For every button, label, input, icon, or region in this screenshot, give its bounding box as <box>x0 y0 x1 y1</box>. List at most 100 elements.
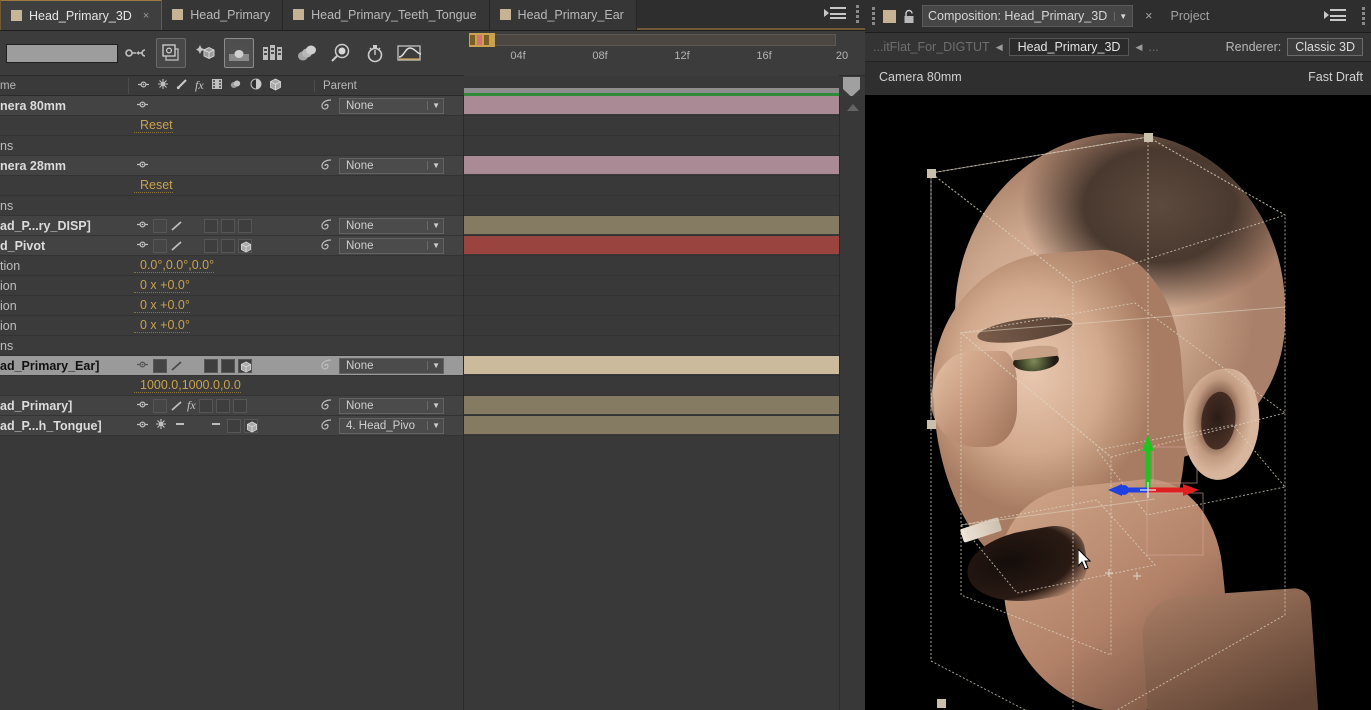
3d-layer-icon[interactable] <box>269 77 282 94</box>
tab-head-primary-ear[interactable]: Head_Primary_Ear <box>489 0 637 30</box>
timeline-graph-area[interactable] <box>464 96 839 710</box>
effects-fx-icon[interactable]: fx <box>195 78 204 93</box>
parent-cell[interactable]: None ▼ <box>314 97 463 114</box>
table-row[interactable]: tion 0.0°,0.0°,0.0° <box>0 256 463 276</box>
video-icon[interactable] <box>134 239 150 253</box>
timeline-bar-row[interactable] <box>464 416 839 436</box>
parent-dropdown[interactable]: None ▼ <box>339 237 444 254</box>
parent-dropdown[interactable]: None ▼ <box>339 357 444 374</box>
breadcrumb-current[interactable]: Head_Primary_3D <box>1008 38 1130 56</box>
frame-blend-switch[interactable] <box>204 218 218 233</box>
timeline-bar-row[interactable] <box>464 256 839 276</box>
renderer-button[interactable]: Classic 3D <box>1287 38 1363 56</box>
layer-switches[interactable] <box>128 218 314 233</box>
breadcrumb-back-arrow-icon[interactable]: ◀ <box>996 42 1003 53</box>
3d-layer-switch[interactable] <box>238 238 252 253</box>
parent-dropdown[interactable]: None ▼ <box>339 217 444 234</box>
parent-pickwhip-icon[interactable] <box>320 398 333 414</box>
table-row[interactable]: 1000.0,1000.0,0.0 <box>0 376 463 396</box>
timeline-bar-row[interactable] <box>464 116 839 136</box>
table-row[interactable]: ion 0 x +0.0° <box>0 316 463 336</box>
panel-menu-icon[interactable] <box>824 6 846 21</box>
tab-head-primary-3d[interactable]: Head_Primary_3D × <box>0 0 163 30</box>
table-row[interactable]: ns <box>0 336 463 356</box>
solo-switch[interactable] <box>153 398 167 413</box>
video-icon[interactable] <box>134 399 150 413</box>
parent-pickwhip-icon[interactable] <box>320 358 333 374</box>
search-input[interactable] <box>6 43 118 63</box>
layer-list[interactable]: nera 80mm None ▼ Reset ns nera 28mm None… <box>0 96 464 710</box>
timeline-bar-row[interactable] <box>464 196 839 216</box>
table-row[interactable]: ad_P...h_Tongue] 4. Head_Pivo ▼ <box>0 416 463 436</box>
tab-project[interactable]: Project <box>1164 9 1215 23</box>
link-chain-icon[interactable] <box>122 38 152 68</box>
lock-switch[interactable] <box>170 239 184 253</box>
motion-blur-switch[interactable] <box>215 398 230 413</box>
panel-grip-icon[interactable] <box>870 7 877 25</box>
motion-blur-switch[interactable] <box>221 358 235 373</box>
table-row[interactable]: ns <box>0 196 463 216</box>
video-icon[interactable] <box>134 419 150 433</box>
motion-blur-switch-icon[interactable] <box>230 78 243 93</box>
layer-switches[interactable] <box>128 159 314 173</box>
property-value[interactable]: 0.0°,0.0°,0.0° <box>134 259 215 273</box>
composition-viewport[interactable]: Camera 80mm Fast Draft <box>865 62 1371 710</box>
reset-link[interactable]: Reset <box>134 179 173 193</box>
motion-blur-icon[interactable] <box>360 38 390 68</box>
breadcrumb-parent[interactable]: ...itFlat_For_DIGTUT <box>873 40 990 54</box>
table-row[interactable]: ion 0 x +0.0° <box>0 296 463 316</box>
timeline-bar-row[interactable] <box>464 296 839 316</box>
layer-switches[interactable] <box>128 358 314 373</box>
layer-switches[interactable] <box>128 238 314 253</box>
frame-selection-icon[interactable] <box>156 38 186 68</box>
table-row[interactable]: Reset <box>0 176 463 196</box>
new-3d-layer-icon[interactable] <box>190 38 220 68</box>
timeline-bar-row[interactable] <box>464 216 839 236</box>
parent-pickwhip-icon[interactable] <box>320 218 333 234</box>
table-row[interactable]: ns <box>0 136 463 156</box>
panel-grip-icon[interactable] <box>1360 7 1367 25</box>
parent-pickwhip-icon[interactable] <box>320 238 333 254</box>
parent-cell[interactable]: None ▼ <box>314 357 463 374</box>
reset-link[interactable]: Reset <box>134 119 173 133</box>
video-icon[interactable] <box>134 359 150 373</box>
parent-dropdown[interactable]: None ▼ <box>339 157 444 174</box>
breadcrumb-forward-arrow-icon[interactable]: ◀ <box>1135 42 1142 53</box>
close-icon[interactable]: × <box>143 10 149 22</box>
effects-fx-icon[interactable]: fx <box>187 398 196 413</box>
lock-dash-icon[interactable] <box>172 418 188 433</box>
3d-layer-switch[interactable] <box>244 418 258 433</box>
timeline-bar-row[interactable] <box>464 236 839 256</box>
timeline-bar-row[interactable] <box>464 276 839 296</box>
table-row[interactable]: nera 28mm None ▼ <box>0 156 463 176</box>
motion-blur-switch[interactable] <box>227 418 241 433</box>
parent-cell[interactable]: 4. Head_Pivo ▼ <box>314 417 463 434</box>
frame-blend-switch[interactable] <box>198 398 213 413</box>
panel-grip-icon[interactable] <box>854 4 861 23</box>
video-icon[interactable] <box>134 219 150 233</box>
solo-icon[interactable] <box>176 78 188 93</box>
lock-switch[interactable] <box>170 399 184 413</box>
lock-switch[interactable] <box>170 219 184 233</box>
frame-blend-dash-icon[interactable] <box>208 418 224 433</box>
timeline-ruler[interactable]: 04f 08f 12f 16f 20 <box>464 31 848 76</box>
shadow-catcher-icon[interactable] <box>326 38 356 68</box>
layer-switches[interactable] <box>128 99 314 113</box>
property-value[interactable]: 1000.0,1000.0,0.0 <box>134 379 241 393</box>
parent-dropdown[interactable]: None ▼ <box>339 97 444 114</box>
parent-cell[interactable]: None ▼ <box>314 237 463 254</box>
panel-menu-icon[interactable] <box>1324 9 1346 23</box>
parent-cell[interactable]: None ▼ <box>314 217 463 234</box>
tab-head-primary-teeth-tongue[interactable]: Head_Primary_Teeth_Tongue <box>283 0 490 30</box>
graph-editor-icon[interactable] <box>394 38 424 68</box>
table-row[interactable]: Reset <box>0 116 463 136</box>
ground-plane-icon[interactable] <box>224 38 254 68</box>
parent-cell[interactable]: None ▼ <box>314 397 463 414</box>
close-icon[interactable]: × <box>1139 9 1158 23</box>
shield-icon[interactable] <box>843 77 860 97</box>
parent-pickwhip-icon[interactable] <box>320 98 333 114</box>
table-row[interactable]: ion 0 x +0.0° <box>0 276 463 296</box>
timeline-bar-row[interactable] <box>464 316 839 336</box>
video-icon[interactable] <box>137 79 150 93</box>
table-row[interactable]: ad_P...ry_DISP] None ▼ <box>0 216 463 236</box>
